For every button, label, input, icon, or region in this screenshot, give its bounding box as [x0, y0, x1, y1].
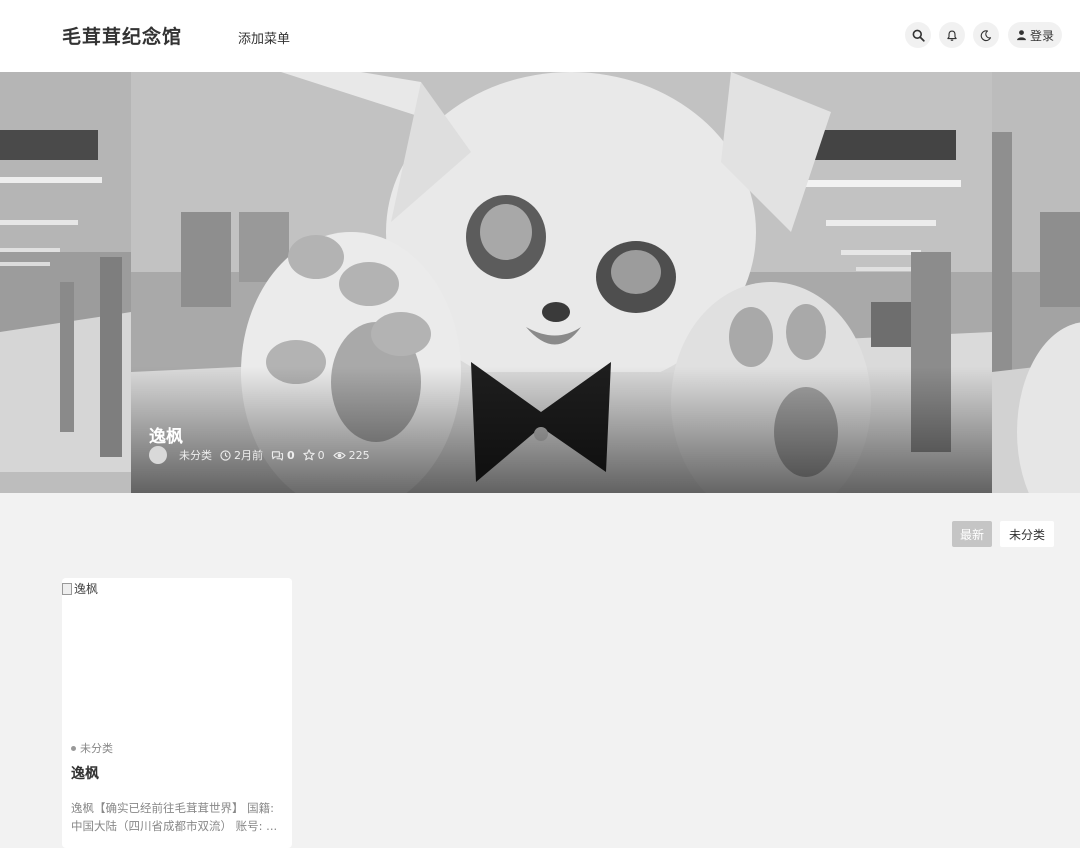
image-alt-text: 逸枫	[74, 582, 99, 596]
hero-comment-count: 0	[287, 448, 295, 462]
filter-latest[interactable]: 最新	[952, 521, 992, 547]
post-card[interactable]: 逸枫 未分类 逸枫 逸枫【确实已经前往毛茸茸世界】 国籍: 中国大陆（四川省成都…	[62, 578, 292, 848]
nav-item-add-menu[interactable]: 添加菜单	[238, 28, 290, 47]
site-header: 毛茸茸纪念馆 添加菜单 登录	[0, 0, 1080, 72]
author-avatar[interactable]	[149, 446, 167, 464]
hero-view-count: 225	[348, 448, 370, 462]
site-title[interactable]: 毛茸茸纪念馆	[62, 22, 182, 49]
login-button[interactable]: 登录	[1008, 22, 1062, 48]
hero-title[interactable]: 逸枫	[149, 422, 183, 447]
dark-mode-button[interactable]	[973, 22, 999, 48]
category-dot-icon	[71, 745, 76, 751]
login-label: 登录	[1029, 28, 1054, 43]
hero-carousel: 逸枫 未分类 2月前 0 0 225	[0, 72, 1080, 493]
star-icon	[302, 449, 315, 461]
post-thumbnail[interactable]: 逸枫	[62, 578, 292, 733]
hero-views: 225	[332, 448, 370, 462]
hero-time-label: 2月前	[234, 449, 263, 462]
hero-meta: 未分类 2月前 0 0 225	[149, 446, 370, 464]
search-button[interactable]	[905, 22, 931, 48]
hero-comments[interactable]: 0	[271, 449, 295, 462]
filter-uncategorized[interactable]: 未分类	[1000, 521, 1054, 547]
bell-icon	[947, 29, 957, 41]
hero-time: 2月前	[220, 447, 263, 463]
notification-button[interactable]	[939, 22, 965, 48]
prev-slide-image	[0, 72, 131, 493]
carousel-prev-slide[interactable]	[0, 72, 131, 493]
post-title[interactable]: 逸枫	[71, 763, 99, 783]
moon-icon	[980, 29, 992, 41]
carousel-next-slide[interactable]	[992, 72, 1080, 493]
eye-icon	[332, 451, 346, 459]
user-icon	[1017, 30, 1026, 41]
clock-icon	[220, 449, 231, 461]
hero-category[interactable]: 未分类	[179, 447, 212, 463]
post-excerpt: 逸枫【确实已经前往毛茸茸世界】 国籍: 中国大陆（四川省成都市双流） 账号: .…	[71, 801, 278, 833]
carousel-main-slide[interactable]: 逸枫 未分类 2月前 0 0 225	[131, 72, 992, 493]
broken-image-icon	[62, 582, 72, 595]
comment-icon	[271, 450, 284, 461]
post-category[interactable]: 未分类	[71, 740, 113, 756]
next-slide-image	[992, 72, 1080, 493]
hero-like-count: 0	[317, 448, 325, 462]
hero-image	[131, 72, 992, 493]
post-category-label: 未分类	[80, 742, 113, 755]
broken-image: 逸枫	[62, 580, 98, 597]
hero-likes[interactable]: 0	[302, 448, 325, 462]
search-icon	[912, 29, 925, 42]
